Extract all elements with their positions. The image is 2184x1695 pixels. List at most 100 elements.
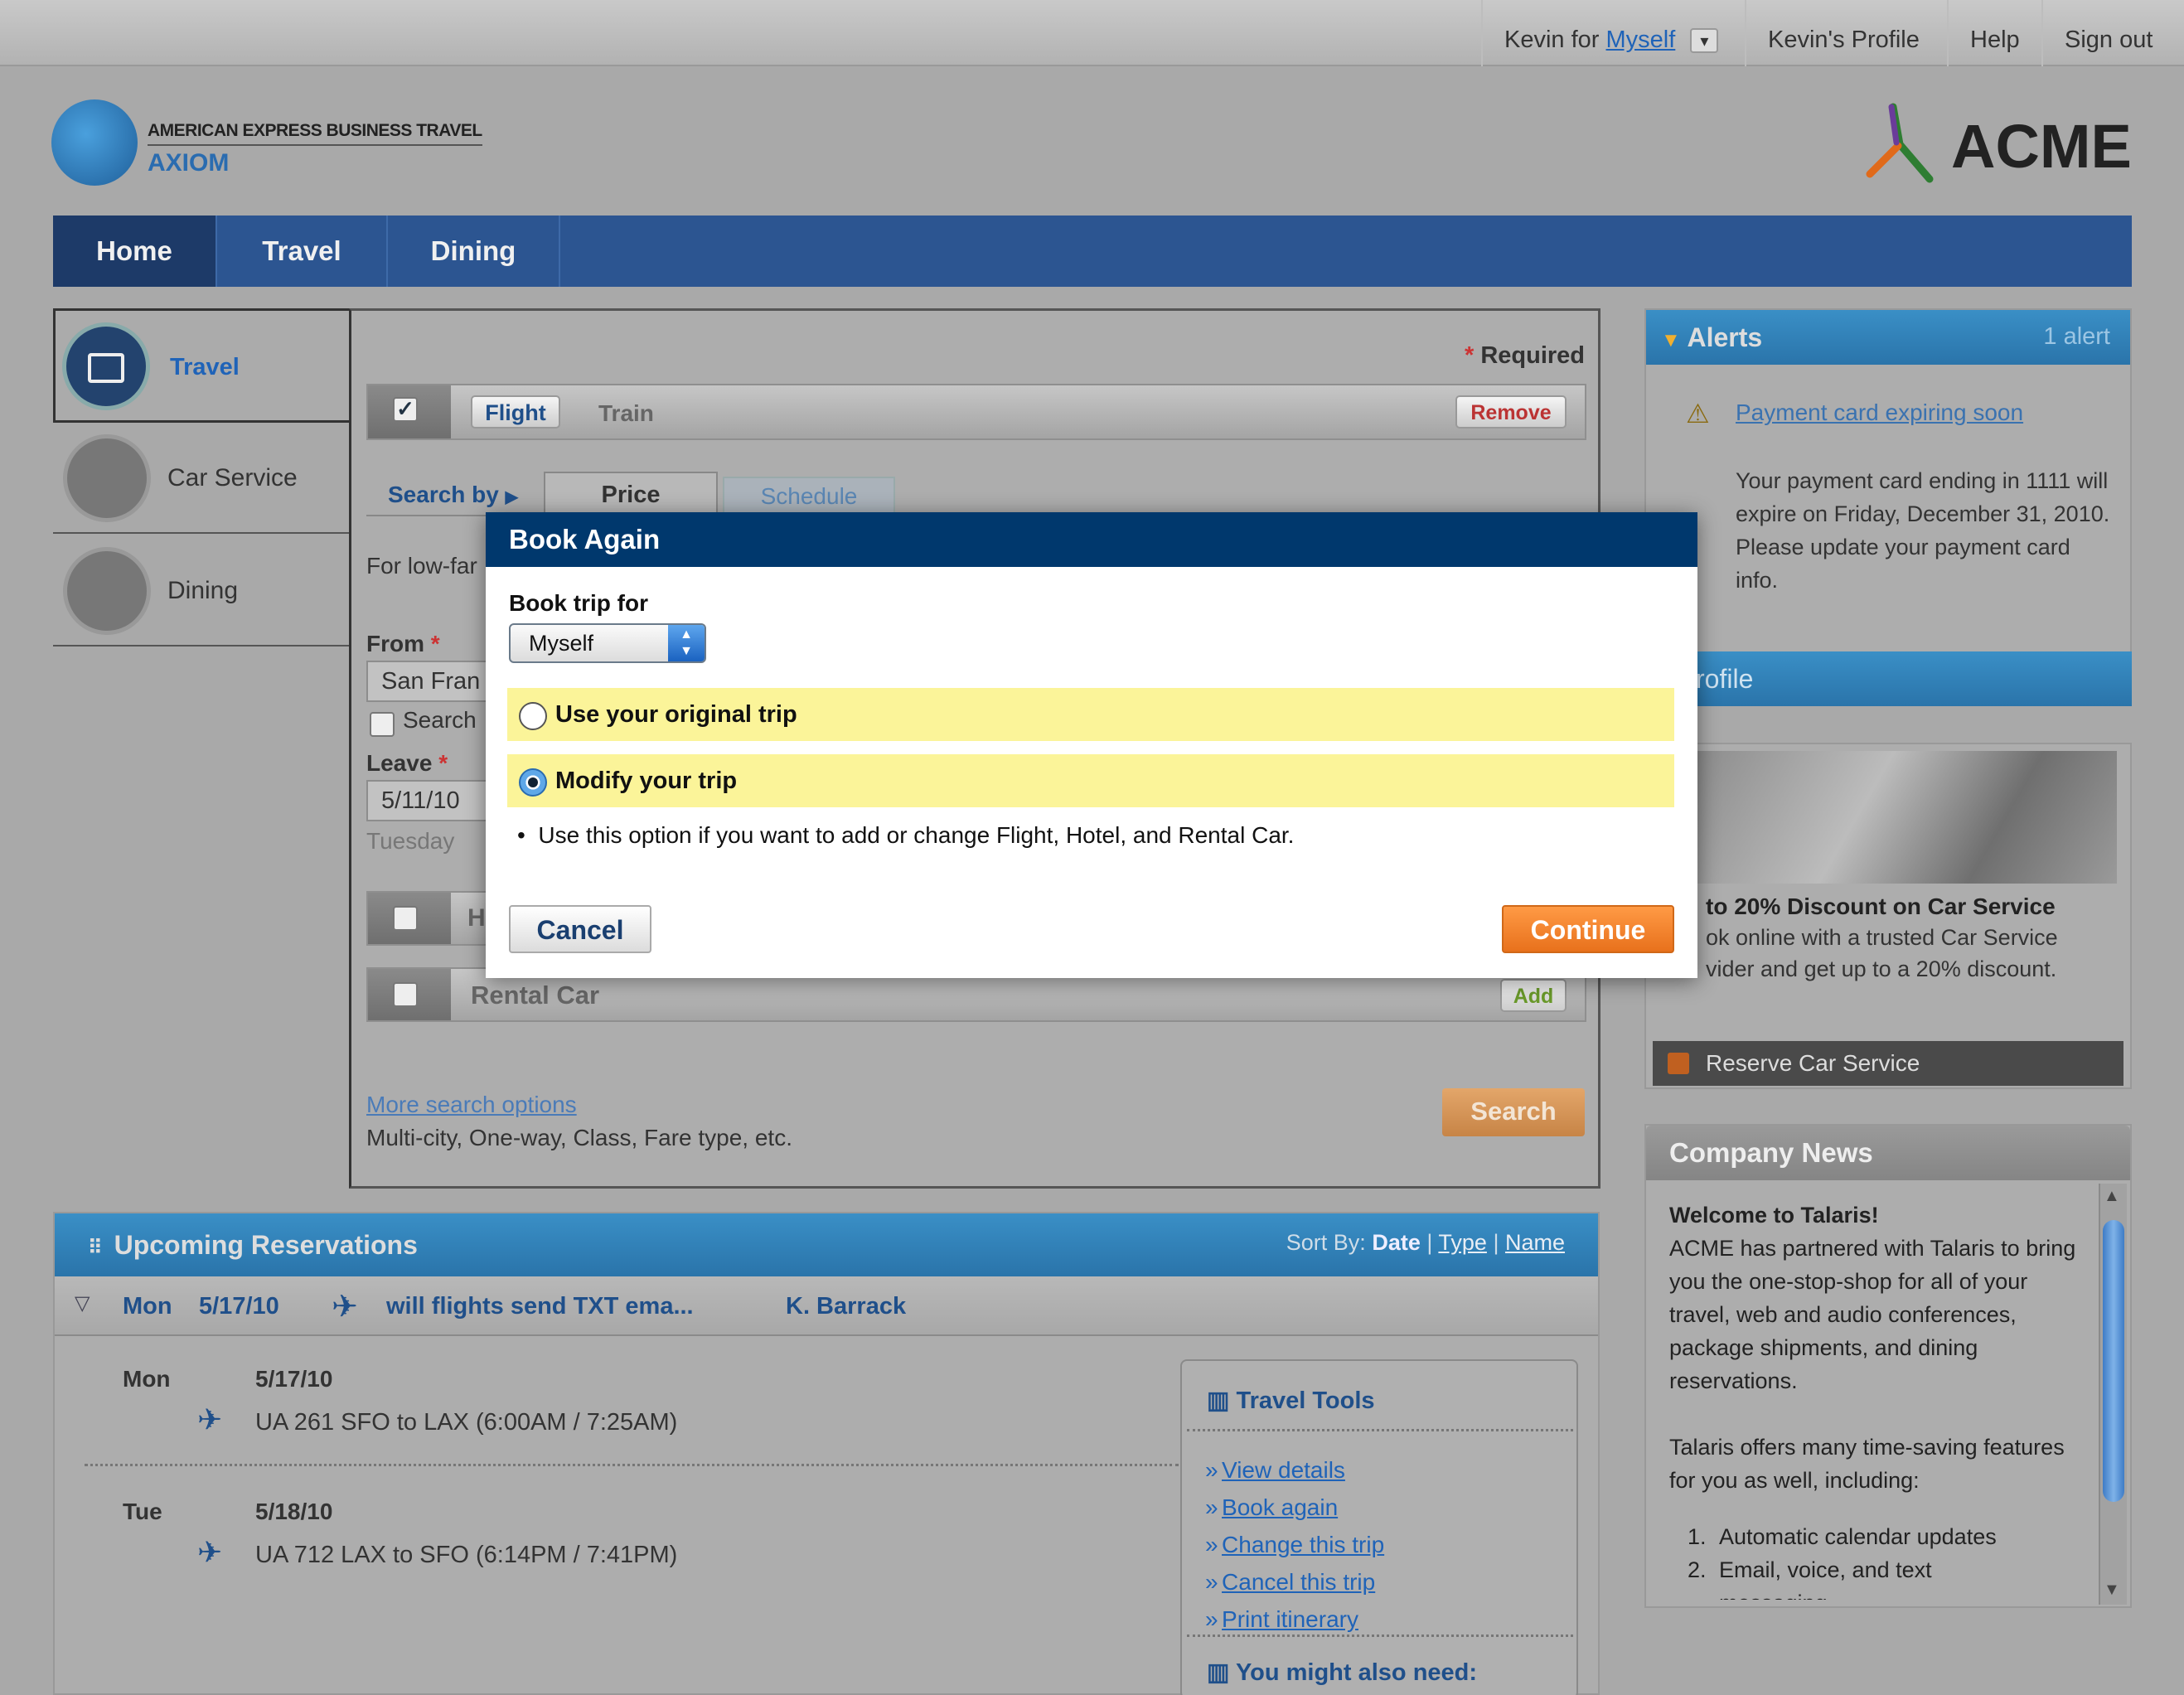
left-menu-travel[interactable]: Travel — [53, 308, 351, 423]
news-content: Welcome to Talaris! ACME has partnered w… — [1669, 1199, 2092, 1600]
travel-tools-box: ▥ Travel Tools » View details » Book aga… — [1180, 1359, 1578, 1695]
tab-train[interactable]: Train — [598, 400, 654, 427]
travel-tools-list: » View details » Book again » Change thi… — [1205, 1457, 1385, 1632]
option-original-trip[interactable]: Use your original trip — [507, 688, 1674, 741]
trip-flight[interactable]: UA 712 LAX to SFO (6:14PM / 7:41PM) — [255, 1542, 677, 1569]
trip-date: 5/18/10 — [255, 1499, 333, 1524]
top-bar: Kevin for Myself ▾ Kevin's Profile Help … — [0, 0, 2184, 66]
tab-travel[interactable]: Travel — [215, 216, 386, 287]
reservation-summary-row[interactable]: ▽ Mon 5/17/10 ✈ will flights send TXT em… — [55, 1276, 1598, 1336]
tab-price[interactable]: Price — [544, 472, 718, 515]
dialog-title: Book Again — [486, 512, 1697, 567]
news-panel: Company News Welcome to Talaris! ACME ha… — [1644, 1124, 2132, 1608]
search-by-label: Search by ▶ — [388, 482, 519, 507]
briefcase-icon: ▥ — [1207, 1659, 1230, 1686]
flight-checkbox[interactable]: ✓ — [393, 397, 418, 422]
tab-flight[interactable]: Flight — [471, 395, 560, 429]
help-link[interactable]: Help — [1947, 0, 2041, 66]
change-trip-link[interactable]: Change this trip — [1222, 1532, 1384, 1557]
grip-icon: ⠿ — [88, 1237, 103, 1259]
summary-traveler: K. Barrack — [786, 1293, 907, 1320]
airplane-icon: ✈ — [197, 1402, 223, 1436]
news-header: Company News — [1646, 1126, 2130, 1180]
travel-tools-title: ▥ Travel Tools — [1207, 1387, 1375, 1414]
remove-button[interactable]: Remove — [1455, 395, 1567, 429]
search-button[interactable]: Search — [1442, 1088, 1585, 1136]
triangle-down-icon: ▼ — [1661, 329, 1681, 351]
trip-day: Tue — [123, 1499, 162, 1524]
modify-trip-radio[interactable] — [519, 768, 547, 797]
car-service-photo — [1696, 751, 2117, 884]
car-icon — [63, 434, 151, 522]
profile-link[interactable]: Kevin's Profile — [1745, 0, 1947, 66]
news-scrollbar[interactable]: ▲ ▼ — [2099, 1184, 2127, 1605]
chevron-down-icon[interactable]: ▾ — [1690, 28, 1719, 54]
search-nearby-checkbox[interactable] — [370, 712, 395, 737]
hotel-checkbox[interactable] — [393, 906, 418, 931]
amex-brand-line: AMERICAN EXPRESS BUSINESS TRAVEL — [148, 121, 482, 146]
briefcase-icon: ▥ — [1207, 1387, 1230, 1414]
alerts-panel: ▼ Alerts 1 alert ⚠ Payment card expiring… — [1644, 308, 2132, 656]
book-for-select[interactable]: Myself ▲ ▼ — [509, 623, 706, 663]
chevron-down-icon[interactable]: ▽ — [75, 1291, 90, 1315]
arrow-up-icon[interactable]: ▲ — [2104, 1187, 2120, 1206]
news-list-item: messaging — [1669, 1586, 2092, 1600]
summary-date: 5/17/10 — [199, 1293, 279, 1320]
continue-button[interactable]: Continue — [1502, 905, 1674, 953]
option-description: • Use this option if you want to add or … — [517, 822, 1295, 848]
add-rental-car-button[interactable]: Add — [1500, 979, 1567, 1012]
book-for-label: Book trip for — [509, 590, 648, 616]
acme-brand: ACME — [1951, 112, 2132, 181]
reserve-car-service-button[interactable]: Reserve Car Service — [1653, 1041, 2123, 1086]
sort-name[interactable]: Name — [1505, 1230, 1565, 1255]
cancel-button[interactable]: Cancel — [509, 905, 651, 953]
news-para1: ACME has partnered with Talaris to bring… — [1669, 1236, 2076, 1393]
acme-logo-icon — [1866, 103, 1934, 183]
sort-by: Sort By: Date | Type | Name — [1286, 1230, 1565, 1255]
sort-type[interactable]: Type — [1438, 1230, 1487, 1255]
tab-home[interactable]: Home — [53, 216, 215, 287]
user-for-link[interactable]: Myself — [1606, 27, 1676, 53]
airplane-icon: ✈ — [332, 1290, 358, 1325]
view-details-link[interactable]: View details — [1222, 1457, 1345, 1483]
more-search-options-link[interactable]: More search options — [366, 1092, 577, 1118]
low-fare-text: For low-far — [366, 553, 477, 579]
left-menu-label: Car Service — [167, 464, 298, 492]
leave-day: Tuesday — [366, 828, 455, 854]
warning-icon: ⚠ — [1686, 399, 1710, 429]
user-prefix: Kevin for — [1504, 27, 1600, 53]
promo-title: to 20% Discount on Car Service — [1706, 894, 2056, 919]
sort-date[interactable]: Date — [1372, 1230, 1421, 1255]
cancel-trip-link[interactable]: Cancel this trip — [1222, 1569, 1375, 1595]
tab-schedule[interactable]: Schedule — [723, 477, 895, 515]
leave-date-input[interactable]: 5/11/10 — [366, 780, 499, 821]
left-menu-car-service[interactable]: Car Service — [53, 423, 351, 534]
user-selector[interactable]: Kevin for Myself ▾ — [1481, 0, 1745, 66]
signout-link[interactable]: Sign out — [2041, 0, 2184, 66]
alert-link[interactable]: Payment card expiring soon — [1736, 400, 2023, 426]
book-again-dialog: Book Again Book trip for Myself ▲ ▼ Use y… — [486, 512, 1697, 978]
profile-header[interactable]: rofile — [1644, 651, 2132, 706]
print-itinerary-link[interactable]: Print itinerary — [1222, 1606, 1358, 1632]
left-menu-label: Travel — [170, 354, 240, 380]
also-need-title: ▥ You might also need: — [1207, 1659, 1478, 1686]
from-input[interactable]: San Fran — [366, 661, 499, 702]
axiom-brand: AXIOM — [148, 149, 230, 177]
option-modify-trip[interactable]: Modify your trip — [507, 754, 1674, 807]
from-label: From * — [366, 631, 440, 656]
trip-date: 5/17/10 — [255, 1366, 333, 1392]
summary-trip-name[interactable]: will flights send TXT ema... — [386, 1293, 694, 1320]
play-icon — [1668, 1053, 1689, 1074]
rental-car-checkbox[interactable] — [393, 982, 418, 1007]
left-menu-dining[interactable]: Dining — [53, 535, 351, 647]
trip-day: Mon — [123, 1366, 171, 1392]
summary-day: Mon — [123, 1293, 172, 1320]
trip-flight[interactable]: UA 261 SFO to LAX (6:00AM / 7:25AM) — [255, 1409, 677, 1436]
tab-dining[interactable]: Dining — [386, 216, 560, 287]
reservations-panel: ⠿ Upcoming Reservations Sort By: Date | T… — [53, 1212, 1600, 1695]
arrow-down-icon[interactable]: ▼ — [2104, 1581, 2120, 1600]
scroll-thumb[interactable] — [2103, 1220, 2124, 1502]
book-again-link[interactable]: Book again — [1222, 1494, 1338, 1520]
required-note: * Required — [1464, 342, 1585, 369]
original-trip-radio[interactable] — [519, 702, 547, 730]
